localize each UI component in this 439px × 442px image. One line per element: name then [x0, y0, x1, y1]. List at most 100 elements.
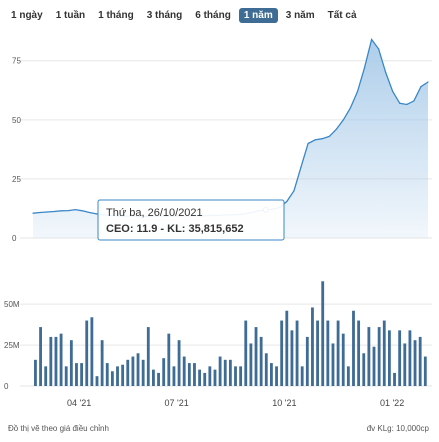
volume-bar [100, 340, 104, 386]
volume-bar [59, 333, 63, 386]
volume-bar [305, 336, 309, 386]
price-point [328, 135, 330, 137]
volume-bar [408, 330, 412, 386]
price-point [39, 211, 41, 214]
volume-bar [223, 359, 227, 386]
price-y-tick: 0 [12, 234, 17, 243]
volume-bar [69, 340, 73, 386]
volume-bar [367, 327, 371, 386]
range-button-1[interactable]: 1 tuần [51, 8, 90, 23]
volume-bar [244, 320, 248, 386]
volume-bar [141, 359, 145, 386]
price-point [67, 209, 69, 212]
volume-bar [75, 363, 78, 386]
volume-bar [198, 369, 202, 386]
volume-x-tick: 07 '21 [165, 398, 189, 408]
price-point [293, 190, 295, 192]
volume-bar [423, 356, 427, 386]
price-point [413, 100, 415, 102]
volume-bar [157, 372, 160, 386]
volume-bar [146, 327, 150, 386]
volume-bar [346, 366, 350, 386]
price-point [378, 48, 380, 50]
volume-bar [372, 346, 376, 386]
price-point [370, 38, 373, 41]
volume-bar [234, 366, 237, 386]
stock-chart: 0 25 50 75 Thứ ba, 26/10/2021 CEO: 11.9 - KL:… [4, 38, 432, 408]
price-point [406, 103, 408, 106]
price-point [385, 71, 387, 74]
price-point [32, 212, 34, 214]
volume-y-tick: 0 [4, 382, 9, 391]
volume-bar [172, 366, 176, 386]
range-button-0[interactable]: 1 ngày [6, 8, 48, 23]
volume-bar [85, 320, 89, 386]
volume-bar [44, 366, 48, 386]
price-point [53, 210, 55, 213]
range-button-5[interactable]: 1 năm [238, 7, 278, 23]
volume-bar [311, 307, 314, 386]
volume-x-tick: 04 '21 [67, 398, 91, 408]
price-point [95, 213, 98, 215]
price-point [88, 211, 91, 214]
range-button-3[interactable]: 3 tháng [142, 8, 188, 23]
volume-bar [357, 320, 361, 386]
volume-bar [321, 281, 325, 386]
range-button-6[interactable]: 3 năm [281, 8, 320, 23]
volume-bar [49, 336, 53, 386]
volume-bar [218, 356, 222, 386]
tooltip-date: Thứ ba, 26/10/2021 [106, 207, 203, 219]
volume-bar [326, 320, 330, 386]
volume-bar [290, 330, 294, 386]
volume-bar [208, 366, 212, 386]
volume-bar [54, 336, 58, 386]
chart-footer: Đồ thị vẽ theo giá điều chỉnh đv KLg: 10… [0, 422, 439, 438]
price-y-tick: 25 [12, 175, 21, 184]
range-button-4[interactable]: 6 tháng [190, 8, 236, 23]
volume-bar [377, 327, 381, 386]
volume-bar [254, 327, 258, 386]
volume-bar [352, 310, 355, 386]
volume-bar [152, 369, 155, 386]
volume-bar [275, 366, 278, 386]
volume-bar [264, 353, 268, 386]
volume-bar [280, 320, 284, 386]
price-point [399, 102, 401, 104]
volume-bar [64, 366, 68, 386]
price-point [46, 211, 48, 213]
price-y-tick: 75 [12, 57, 21, 66]
volume-bar [387, 330, 391, 386]
volume-bar [90, 317, 94, 386]
volume-bar [316, 320, 319, 386]
price-point [349, 107, 352, 109]
volume-bar [162, 358, 166, 386]
volume-bar [193, 363, 196, 386]
volume-y-tick: 25M [4, 341, 20, 350]
volume-bar [80, 363, 84, 386]
price-point [81, 210, 83, 212]
volume-bar [382, 320, 386, 386]
volume-bar [182, 356, 186, 386]
volume-bar [121, 364, 125, 386]
volume-bar [39, 327, 42, 386]
volume-bar [34, 359, 37, 386]
volume-bar [105, 363, 109, 386]
volume-bar [136, 353, 140, 386]
volume-bar [295, 320, 299, 386]
volume-bar [239, 366, 243, 386]
volume-bar [270, 363, 273, 386]
price-y-tick: 50 [12, 116, 21, 125]
price-point [321, 138, 323, 140]
volume-x-tick: 01 '22 [380, 398, 404, 408]
range-button-2[interactable]: 1 tháng [93, 8, 139, 23]
price-point [335, 128, 337, 130]
volume-bar [177, 340, 181, 386]
range-selector: 1 ngày 1 tuần 1 tháng 3 tháng 6 tháng 1 năm 3 … [6, 6, 434, 24]
range-button-7[interactable]: Tất cả [323, 8, 362, 23]
volume-x-tick: 10 '21 [272, 398, 296, 408]
price-point [60, 210, 62, 212]
volume-bar [213, 369, 217, 386]
price-point [420, 86, 422, 88]
volume-bar [116, 366, 119, 386]
price-point [427, 81, 429, 83]
